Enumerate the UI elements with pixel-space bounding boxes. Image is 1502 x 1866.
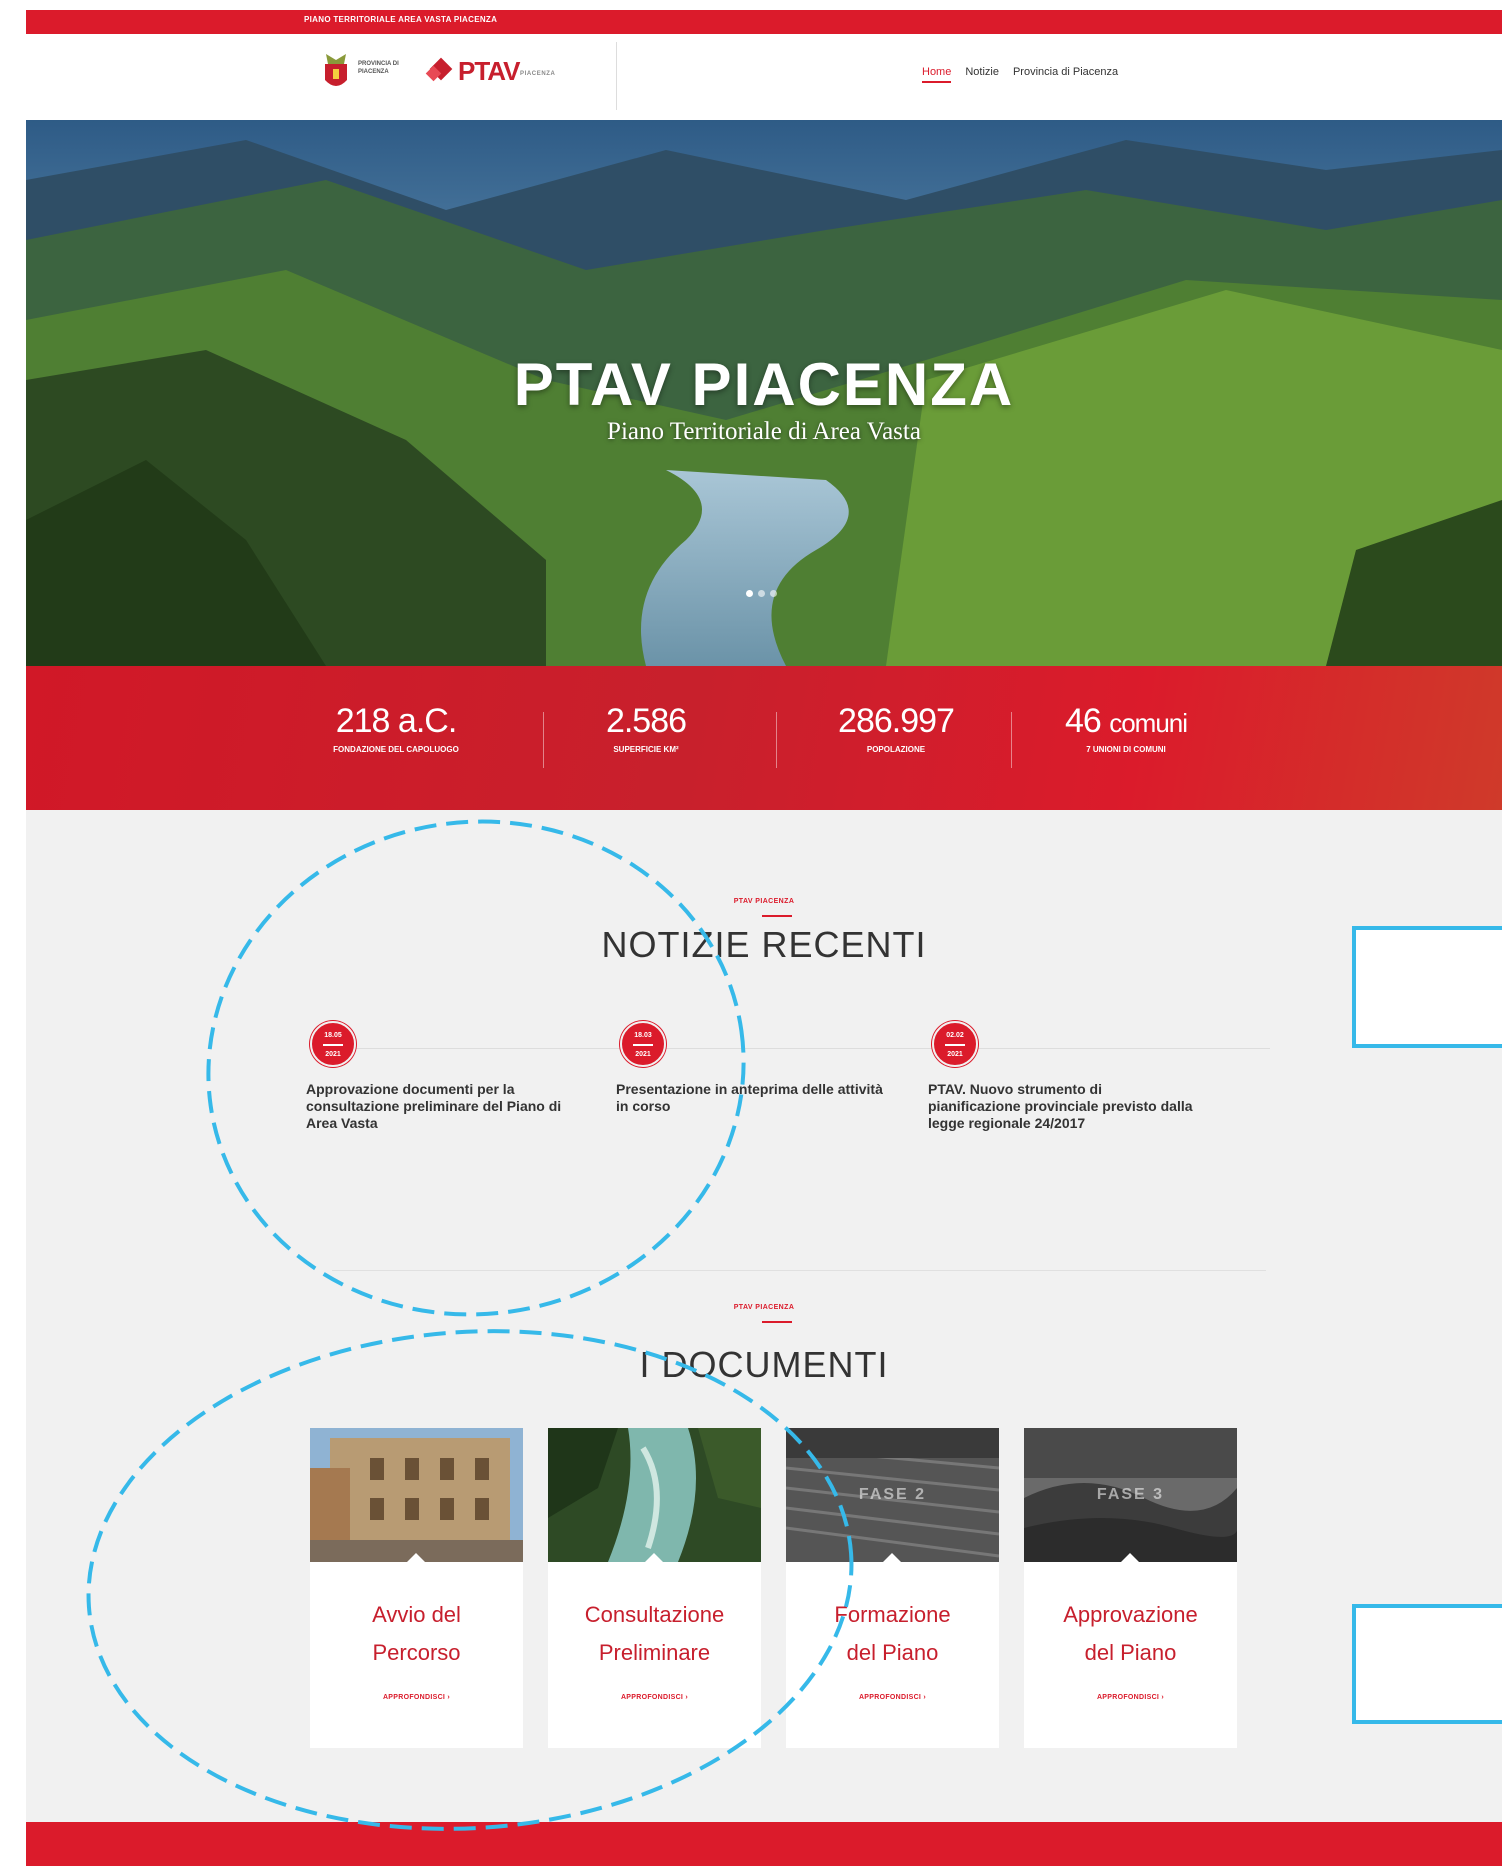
stat-population: 286.997 POPOLAZIONE xyxy=(806,702,986,754)
ptav-logo-text[interactable]: PTAV xyxy=(458,56,520,87)
docs-eyebrow-line xyxy=(762,1321,792,1323)
card-more-link[interactable]: APPROFONDISCI › xyxy=(310,1694,523,1701)
ptav-logo-icon[interactable] xyxy=(424,56,456,88)
stat-label: SUPERFICIE KM² xyxy=(613,745,679,754)
card-notch xyxy=(406,1553,426,1562)
main-nav: Home Notizie Provincia di Piacenza xyxy=(922,66,1118,83)
news-date-badge: 18.05 2021 xyxy=(310,1021,356,1067)
nav-item-provincia[interactable]: Provincia di Piacenza xyxy=(1013,66,1118,83)
stat-value: 218 a.C. xyxy=(335,702,458,740)
card-title[interactable]: Avvio del Percorso xyxy=(310,1596,523,1672)
news-title[interactable]: Presentazione in anteprima delle attivit… xyxy=(616,1081,886,1115)
stat-value: 2.586 xyxy=(605,702,687,740)
stat-value: 286.997 xyxy=(838,702,955,740)
slider-pagination xyxy=(746,590,777,597)
stat-suffix: comuni xyxy=(1109,708,1188,738)
news-title[interactable]: PTAV. Nuovo strumento di pianificazione … xyxy=(928,1081,1198,1132)
stat-divider xyxy=(543,712,544,768)
stat-divider xyxy=(1011,712,1012,768)
card-title-line: del Piano xyxy=(846,1640,939,1665)
document-card[interactable]: FASE 2 Formazione del Piano APPROFONDISCI… xyxy=(786,1428,999,1748)
ptav-logo-subtext: PIACENZA xyxy=(520,71,556,77)
news-date-badge: 02.02 2021 xyxy=(932,1021,978,1067)
top-bar: PIANO TERRITORIALE AREA VASTA PIACENZA xyxy=(26,0,1502,34)
news-item[interactable]: 02.02 2021 PTAV. Nuovo strumento di piani… xyxy=(928,1021,1198,1132)
card-title-line: Approvazione xyxy=(1063,1602,1198,1627)
website: PIANO TERRITORIALE AREA VASTA PIACENZA P… xyxy=(26,0,1502,1866)
card-title[interactable]: Consultazione Preliminare xyxy=(548,1596,761,1672)
hero-title: PTAV PIACENZA xyxy=(513,351,1015,418)
news-year: 2021 xyxy=(635,1051,651,1058)
slider-dot[interactable] xyxy=(770,590,777,597)
card-phase-label: FASE 2 xyxy=(858,1486,927,1503)
card-title[interactable]: Approvazione del Piano xyxy=(1024,1596,1237,1672)
hero-slider[interactable]: PTAV PIACENZA Piano Territoriale di Area… xyxy=(26,120,1502,666)
header-divider xyxy=(616,42,617,110)
stats-band: 218 a.C. FONDAZIONE DEL CAPOLUOGO 2.586 … xyxy=(26,666,1502,810)
document-card[interactable]: Consultazione Preliminare APPROFONDISCI › xyxy=(548,1428,761,1748)
news-date-badge: 18.03 2021 xyxy=(620,1021,666,1067)
card-image xyxy=(548,1428,761,1562)
stat-label: POPOLAZIONE xyxy=(866,745,926,754)
news-eyebrow: PTAV PIACENZA xyxy=(733,898,795,905)
card-title-line: Percorso xyxy=(372,1640,461,1665)
card-image: FASE 2 xyxy=(786,1428,999,1562)
news-item[interactable]: 18.05 2021 Approvazione documenti per la … xyxy=(306,1021,576,1132)
stat-value: 46 comuni xyxy=(1036,702,1216,741)
slider-dot[interactable] xyxy=(746,590,753,597)
news-year: 2021 xyxy=(947,1051,963,1058)
document-card[interactable]: FASE 3 Approvazione del Piano APPROFONDIS… xyxy=(1024,1428,1237,1748)
card-more-link[interactable]: APPROFONDISCI › xyxy=(786,1694,999,1701)
card-image: FASE 3 xyxy=(1024,1428,1237,1562)
card-title-line: Formazione xyxy=(834,1602,951,1627)
stat-area: 2.586 SUPERFICIE KM² xyxy=(566,702,726,754)
hero-subtitle: Piano Territoriale di Area Vasta xyxy=(607,418,921,445)
docs-eyebrow: PTAV PIACENZA xyxy=(733,1304,795,1311)
building-photo xyxy=(310,1428,523,1562)
card-more-link[interactable]: APPROFONDISCI › xyxy=(1024,1694,1237,1701)
docs-section-title: I DOCUMENTI xyxy=(639,1344,889,1385)
annotation-box xyxy=(1352,1604,1502,1724)
slider-dot[interactable] xyxy=(758,590,765,597)
site-footer xyxy=(26,1822,1502,1866)
stat-number: 46 xyxy=(1064,702,1102,740)
annotation-box xyxy=(1352,926,1502,1048)
stat-foundation: 218 a.C. FONDAZIONE DEL CAPOLUOGO xyxy=(296,702,496,754)
stat-label: 7 UNIONI DI COMUNI xyxy=(1086,745,1166,754)
nav-item-notizie[interactable]: Notizie xyxy=(965,66,999,83)
river-photo xyxy=(548,1428,761,1562)
news-section-title: NOTIZIE RECENTI xyxy=(601,924,927,965)
card-title-line: del Piano xyxy=(1084,1640,1177,1665)
stat-comuni: 46 comuni 7 UNIONI DI COMUNI xyxy=(1036,702,1216,754)
stat-divider xyxy=(776,712,777,768)
page: { "topbar": {"text": "PIANO TERRITORIALE… xyxy=(0,0,1502,1866)
news-item[interactable]: 18.03 2021 Presentazione in anteprima del… xyxy=(616,1021,886,1115)
news-day: 18.05 xyxy=(324,1032,342,1039)
news-day: 18.03 xyxy=(634,1032,652,1039)
card-title-line: Avvio del xyxy=(372,1602,461,1627)
card-more-link[interactable]: APPROFONDISCI › xyxy=(548,1694,761,1701)
document-card[interactable]: Avvio del Percorso APPROFONDISCI › xyxy=(310,1428,523,1748)
top-bar-text: PIANO TERRITORIALE AREA VASTA PIACENZA xyxy=(304,15,498,24)
card-title-line: Preliminare xyxy=(598,1640,711,1665)
nav-item-home[interactable]: Home xyxy=(922,66,952,83)
card-notch xyxy=(644,1553,664,1562)
news-day: 02.02 xyxy=(946,1032,964,1039)
section-divider xyxy=(332,1270,1266,1271)
news-title[interactable]: Approvazione documenti per la consultazi… xyxy=(306,1081,576,1132)
card-title[interactable]: Formazione del Piano xyxy=(786,1596,999,1672)
card-image xyxy=(310,1428,523,1562)
site-header: PROVINCIA DI PIACENZA PTAV PIACENZA Home… xyxy=(26,34,1502,120)
card-phase-label: FASE 3 xyxy=(1096,1486,1165,1503)
card-notch xyxy=(882,1553,902,1562)
card-title-line: Consultazione xyxy=(584,1602,725,1627)
news-eyebrow-line xyxy=(762,915,792,917)
news-year: 2021 xyxy=(325,1051,341,1058)
stat-label: FONDAZIONE DEL CAPOLUOGO xyxy=(333,745,459,754)
provincia-crest-icon[interactable] xyxy=(322,52,350,92)
card-notch xyxy=(1120,1553,1140,1562)
provincia-logo-text: PROVINCIA DI PIACENZA xyxy=(358,61,399,75)
